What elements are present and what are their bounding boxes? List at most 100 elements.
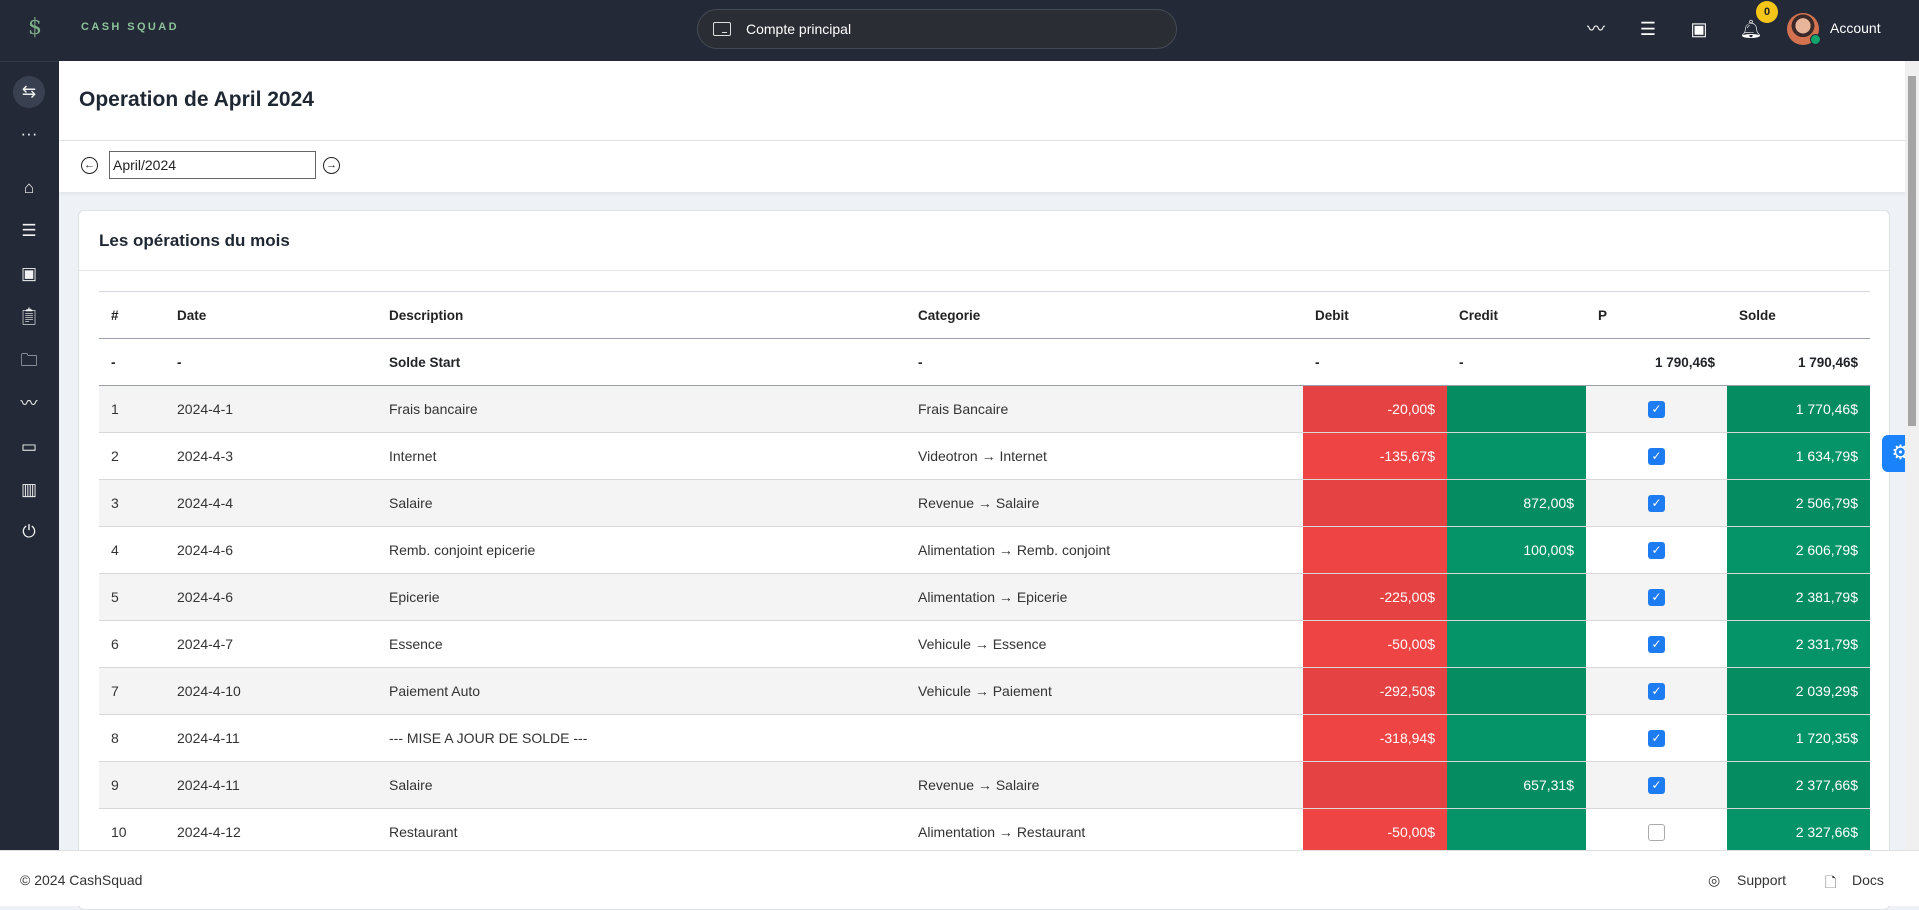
pointed-checkbox[interactable]: ✓: [1648, 541, 1665, 559]
page-title: Operation de April 2024: [79, 88, 314, 111]
cell-credit: [1447, 620, 1586, 668]
month-input[interactable]: [109, 151, 316, 179]
cell-credit: 100,00$: [1447, 526, 1586, 574]
cell-debit: -20,00$: [1303, 385, 1447, 433]
document-icon: 🗋: [1825, 874, 1837, 890]
cell-category: Alimentation → Epicerie: [918, 589, 1068, 605]
list-add-icon[interactable]: ☰: [1636, 17, 1660, 41]
cell-date: 2024-4-7: [177, 636, 234, 652]
cell-num: 4: [111, 542, 119, 558]
list-add-icon[interactable]: ☰: [13, 215, 45, 247]
pointed-checkbox[interactable]: ✓: [1648, 400, 1665, 418]
wallet-icon[interactable]: ▭: [13, 431, 45, 463]
credit-card-icon: [713, 22, 731, 36]
cell-debit: -225,00$: [1303, 573, 1447, 621]
cell-p: [1586, 809, 1727, 856]
cell-solde: 1 720,35$: [1727, 714, 1870, 762]
swap-icon[interactable]: ⇆: [13, 76, 45, 108]
activity-icon[interactable]: 〰: [1584, 17, 1608, 41]
cell-description: Salaire: [389, 777, 433, 793]
start-balance-row: - - Solde Start - - - 1 790,46$ 1 790,46…: [99, 339, 1870, 386]
column-header: Debit: [1315, 307, 1349, 323]
brand-name: CASH SQUAD: [81, 21, 179, 33]
column-header: #: [111, 307, 119, 323]
cell-p: ✓: [1586, 433, 1727, 480]
table-row: 2 2024-4-3 Internet Videotron → Internet -13…: [99, 432, 1870, 480]
power-icon[interactable]: ⏻: [13, 516, 45, 548]
clipboard-import-icon[interactable]: 📋︎: [13, 301, 45, 333]
table-row: 7 2024-4-10 Paiement Auto Vehicule → Paieme…: [99, 667, 1870, 715]
column-header: Description: [389, 307, 464, 323]
cell-credit: 657,31$: [1447, 761, 1586, 809]
cell-description: Salaire: [389, 495, 433, 511]
cell-debit: -50,00$: [1303, 620, 1447, 668]
cell-num: 7: [111, 683, 119, 699]
scrollbar-thumb[interactable]: [1908, 76, 1916, 426]
cell-description: Epicerie: [389, 589, 440, 605]
cell-num: 3: [111, 495, 119, 511]
cell-credit: [1447, 667, 1586, 715]
cell-description: Solde Start: [389, 354, 461, 370]
cell-solde: 2 331,79$: [1727, 620, 1870, 668]
cell-p: ✓: [1586, 621, 1727, 668]
pointed-checkbox[interactable]: ✓: [1648, 588, 1665, 606]
scrollbar[interactable]: [1905, 61, 1919, 850]
cell-description: --- MISE A JOUR DE SOLDE ---: [389, 730, 588, 746]
lifebuoy-icon: ◎: [1708, 872, 1721, 888]
top-bar: $ CASH SQUAD Compte principal 〰 ☰ ▣ 🔔︎ 0…: [0, 0, 1919, 61]
cell-p: 1 790,46$: [1654, 354, 1715, 370]
cell-debit: -: [1315, 354, 1320, 370]
table-row: 8 2024-4-11 --- MISE A JOUR DE SOLDE --- -3…: [99, 714, 1870, 762]
pointed-checkbox[interactable]: ✓: [1648, 776, 1665, 794]
next-month-button[interactable]: →: [323, 157, 340, 174]
cell-date: 2024-4-12: [177, 824, 241, 840]
cell-category: Alimentation → Restaurant: [918, 824, 1086, 840]
pointed-checkbox[interactable]: ✓: [1648, 635, 1665, 653]
pointed-checkbox[interactable]: [1648, 823, 1665, 841]
cell-credit: [1447, 432, 1586, 480]
pointed-checkbox[interactable]: ✓: [1648, 494, 1665, 512]
pointed-checkbox[interactable]: ✓: [1648, 682, 1665, 700]
calendar-add-icon[interactable]: ▣: [1687, 17, 1711, 41]
notification-badge: 0: [1756, 1, 1778, 23]
cell-p: ✓: [1586, 527, 1727, 574]
cell-category: -: [918, 354, 923, 370]
cell-solde: 1 770,46$: [1727, 385, 1870, 433]
cell-date: 2024-4-4: [177, 495, 234, 511]
cell-debit: -292,50$: [1303, 667, 1447, 715]
cell-debit: [1303, 479, 1447, 527]
cell-solde: 2 506,79$: [1727, 479, 1870, 527]
more-icon[interactable]: ···: [13, 118, 45, 150]
home-icon[interactable]: ⌂: [13, 172, 45, 204]
pointed-checkbox[interactable]: ✓: [1648, 729, 1665, 747]
cell-category: Vehicule → Paiement: [918, 683, 1052, 699]
pointed-checkbox[interactable]: ✓: [1648, 447, 1665, 465]
cell-num: -: [111, 354, 116, 370]
account-menu[interactable]: Account: [1830, 20, 1881, 36]
cell-solde: 2 377,66$: [1727, 761, 1870, 809]
previous-month-button[interactable]: ←: [81, 157, 98, 174]
report-icon[interactable]: ▥: [13, 474, 45, 506]
page-header: Operation de April 2024: [59, 61, 1905, 141]
cell-category: Revenue → Salaire: [918, 777, 1040, 793]
cell-date: 2024-4-1: [177, 401, 234, 417]
cell-category: Videotron → Internet: [918, 448, 1047, 464]
cell-credit: [1447, 808, 1586, 856]
account-selector[interactable]: Compte principal: [697, 9, 1177, 49]
cell-p: ✓: [1586, 386, 1727, 433]
docs-link[interactable]: Docs: [1852, 872, 1884, 888]
card-title: Les opérations du mois: [99, 231, 290, 250]
cell-p: ✓: [1586, 668, 1727, 715]
column-header: P: [1598, 307, 1608, 323]
cell-category: Vehicule → Essence: [918, 636, 1047, 652]
table-header-row: # Date Description Categorie Debit Credit P Sol…: [99, 291, 1870, 339]
folder-add-icon[interactable]: 🗀: [13, 345, 45, 377]
activity-icon[interactable]: 〰: [13, 388, 45, 420]
calendar-add-icon[interactable]: ▣: [13, 258, 45, 290]
cell-description: Restaurant: [389, 824, 458, 840]
support-link[interactable]: Support: [1737, 872, 1786, 888]
cell-description: Paiement Auto: [389, 683, 481, 699]
month-navigation: ← →: [59, 141, 1905, 192]
logo-icon[interactable]: $: [28, 16, 50, 40]
table-row: 1 2024-4-1 Frais bancaire Frais Bancaire -20…: [99, 385, 1870, 433]
